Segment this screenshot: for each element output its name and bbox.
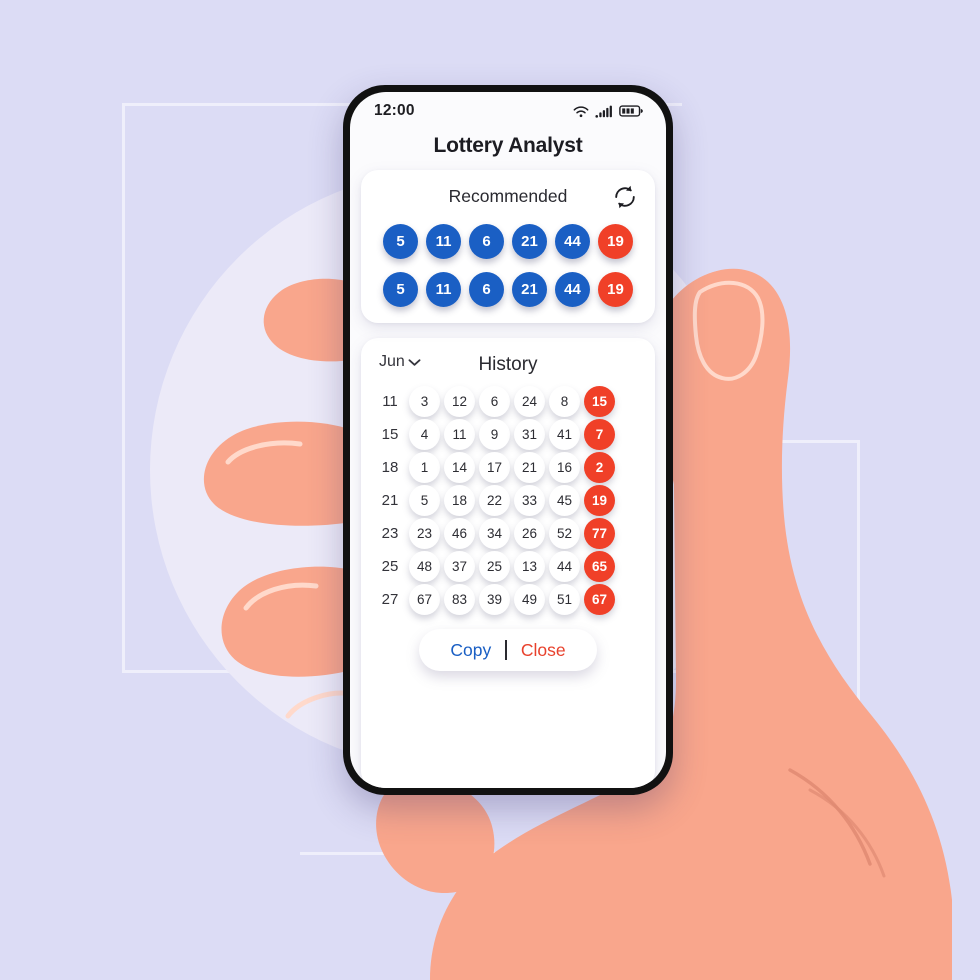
wifi-icon (573, 105, 589, 117)
recommended-card: Recommended 5 11 6 21 44 19 5 11 6 21 44 19 (361, 170, 655, 323)
history-day: 25 (381, 558, 399, 575)
history-ball[interactable]: 26 (514, 518, 545, 549)
table-row: 11 3 12 6 24 8 15 (361, 386, 655, 417)
history-ball[interactable]: 12 (444, 386, 475, 417)
table-row: 15 4 11 9 31 41 7 (361, 419, 655, 450)
history-day: 21 (381, 492, 399, 509)
recommended-ball[interactable]: 44 (555, 272, 590, 307)
battery-icon (619, 105, 643, 117)
recommended-bonus-ball[interactable]: 19 (598, 272, 633, 307)
history-day: 23 (381, 525, 399, 542)
history-ball[interactable]: 52 (549, 518, 580, 549)
history-ball[interactable]: 21 (514, 452, 545, 483)
history-rows: 11 3 12 6 24 8 15 15 4 11 9 31 41 7 18 1 14 17 21 16 2 21 5 18 2… (361, 386, 655, 615)
history-ball[interactable]: 45 (549, 485, 580, 516)
recommended-ball[interactable]: 5 (383, 272, 418, 307)
history-bonus-ball[interactable]: 15 (584, 386, 615, 417)
table-row: 23 23 46 34 26 52 77 (361, 518, 655, 549)
history-ball[interactable]: 6 (479, 386, 510, 417)
phone-screen: 12:00 Lottery Analyst Recommended 5 11 6… (350, 92, 666, 788)
history-ball[interactable]: 31 (514, 419, 545, 450)
history-ball[interactable]: 49 (514, 584, 545, 615)
status-time: 12:00 (374, 102, 415, 119)
history-ball[interactable]: 14 (444, 452, 475, 483)
history-ball[interactable]: 3 (409, 386, 440, 417)
recommended-ball[interactable]: 11 (426, 224, 461, 259)
month-label: Jun (379, 353, 405, 370)
history-ball[interactable]: 5 (409, 485, 440, 516)
recommended-ball[interactable]: 6 (469, 224, 504, 259)
table-row: 27 67 83 39 49 51 67 (361, 584, 655, 615)
history-card: Jun History 11 3 12 6 24 8 15 15 4 11 9 31 41 7 18 1 14 1… (361, 338, 655, 788)
close-button[interactable]: Close (521, 640, 566, 661)
recommended-ball[interactable]: 6 (469, 272, 504, 307)
status-icons (572, 104, 644, 119)
copy-button[interactable]: Copy (450, 640, 491, 661)
signal-icon (595, 105, 612, 118)
history-ball[interactable]: 34 (479, 518, 510, 549)
history-day: 18 (381, 459, 399, 476)
action-bar: Copy Close (419, 629, 597, 671)
history-ball[interactable]: 39 (479, 584, 510, 615)
recommended-ball[interactable]: 21 (512, 272, 547, 307)
page-title: Lottery Analyst (433, 134, 583, 157)
history-ball[interactable]: 16 (549, 452, 580, 483)
table-row: 21 5 18 22 33 45 19 (361, 485, 655, 516)
history-ball[interactable]: 23 (409, 518, 440, 549)
history-ball[interactable]: 44 (549, 551, 580, 582)
history-ball[interactable]: 33 (514, 485, 545, 516)
history-title: History (478, 354, 538, 375)
history-ball[interactable]: 11 (444, 419, 475, 450)
recommended-ball[interactable]: 44 (555, 224, 590, 259)
history-bonus-ball[interactable]: 65 (584, 551, 615, 582)
history-day: 15 (381, 426, 399, 443)
history-bonus-ball[interactable]: 77 (584, 518, 615, 549)
history-bonus-ball[interactable]: 2 (584, 452, 615, 483)
history-ball[interactable]: 18 (444, 485, 475, 516)
history-ball[interactable]: 46 (444, 518, 475, 549)
history-bonus-ball[interactable]: 67 (584, 584, 615, 615)
illustration-scene: 12:00 Lottery Analyst Recommended 5 11 6… (0, 0, 980, 980)
recommended-ball[interactable]: 21 (512, 224, 547, 259)
history-bonus-ball[interactable]: 19 (584, 485, 615, 516)
refresh-icon[interactable] (611, 183, 639, 211)
recommended-row: 5 11 6 21 44 19 (361, 272, 655, 307)
action-divider (505, 640, 507, 660)
recommended-ball[interactable]: 5 (383, 224, 418, 259)
recommended-header: Recommended (361, 181, 655, 211)
status-bar: 12:00 (350, 92, 666, 126)
history-day: 11 (382, 393, 398, 410)
history-ball[interactable]: 48 (409, 551, 440, 582)
history-ball[interactable]: 37 (444, 551, 475, 582)
recommended-rows: 5 11 6 21 44 19 5 11 6 21 44 19 (361, 224, 655, 307)
history-ball[interactable]: 8 (549, 386, 580, 417)
history-ball[interactable]: 24 (514, 386, 545, 417)
history-bonus-ball[interactable]: 7 (584, 419, 615, 450)
chevron-down-icon (408, 358, 421, 366)
recommended-row: 5 11 6 21 44 19 (361, 224, 655, 259)
phone-mockup: 12:00 Lottery Analyst Recommended 5 11 6… (343, 85, 673, 795)
recommended-bonus-ball[interactable]: 19 (598, 224, 633, 259)
recommended-title: Recommended (448, 185, 568, 206)
history-ball[interactable]: 1 (409, 452, 440, 483)
history-ball[interactable]: 17 (479, 452, 510, 483)
history-ball[interactable]: 4 (409, 419, 440, 450)
history-ball[interactable]: 9 (479, 419, 510, 450)
history-ball[interactable]: 22 (479, 485, 510, 516)
history-ball[interactable]: 41 (549, 419, 580, 450)
table-row: 18 1 14 17 21 16 2 (361, 452, 655, 483)
history-ball[interactable]: 13 (514, 551, 545, 582)
history-day: 27 (381, 591, 399, 608)
history-ball[interactable]: 67 (409, 584, 440, 615)
recommended-ball[interactable]: 11 (426, 272, 461, 307)
table-row: 25 48 37 25 13 44 65 (361, 551, 655, 582)
month-selector[interactable]: Jun (379, 353, 421, 371)
history-ball[interactable]: 51 (549, 584, 580, 615)
history-ball[interactable]: 25 (479, 551, 510, 582)
history-header: Jun History (361, 350, 655, 380)
history-ball[interactable]: 83 (444, 584, 475, 615)
